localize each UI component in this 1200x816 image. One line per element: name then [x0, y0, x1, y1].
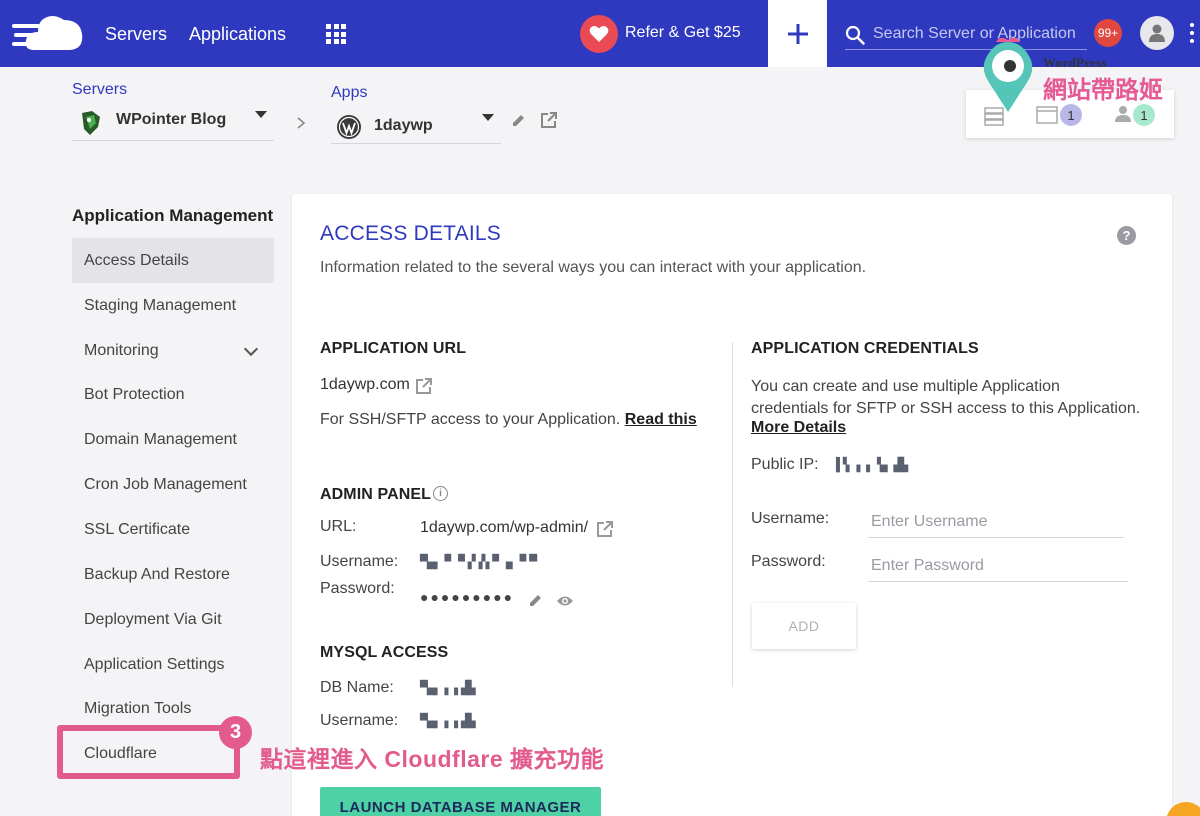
team-count-badge: 1: [1133, 104, 1155, 126]
column-divider: [732, 342, 733, 687]
sidebar-item-backup-and-restore[interactable]: Backup And Restore: [72, 552, 274, 597]
add-new-button[interactable]: [768, 0, 827, 67]
server-avatar-icon: [82, 111, 100, 135]
apps-breadcrumb-label: Apps: [331, 84, 368, 101]
app-dropdown-caret-icon: [482, 114, 494, 121]
application-url-heading: APPLICATION URL: [320, 340, 467, 357]
page-title: ACCESS DETAILS: [320, 222, 501, 245]
more-details-link-wrap: More Details: [751, 419, 846, 437]
page-subtitle: Information related to the several ways …: [320, 259, 867, 276]
db-username-label: Username:: [320, 712, 399, 729]
admin-panel-heading: ADMIN PANEL: [320, 486, 432, 503]
add-credential-button[interactable]: ADD: [752, 603, 856, 649]
credential-password-input[interactable]: [868, 550, 1128, 582]
server-select[interactable]: WPointer Blog: [72, 105, 274, 141]
admin-url-label: URL:: [320, 518, 357, 535]
cloudways-logo[interactable]: [12, 14, 84, 52]
sidebar-item-label: Staging Management: [84, 296, 237, 314]
public-ip-label: Public IP:: [751, 456, 819, 473]
sidebar-item-label: Backup And Restore: [84, 565, 230, 583]
app-select[interactable]: 1daywp: [331, 108, 501, 144]
refer-link[interactable]: Refer & Get $25: [625, 24, 741, 42]
external-link-icon[interactable]: [415, 377, 433, 395]
servers-breadcrumb-label: Servers: [72, 81, 128, 98]
db-name-label: DB Name:: [320, 679, 394, 696]
edit-password-icon[interactable]: [528, 593, 543, 608]
admin-url-link[interactable]: 1daywp.com/wp-admin/: [420, 519, 588, 537]
application-url-link[interactable]: 1daywp.com: [320, 376, 410, 394]
watermark-wordpress-text: WordPress: [1043, 55, 1107, 70]
edit-icon[interactable]: [511, 113, 526, 128]
sidebar-item-label: Application Settings: [84, 655, 225, 673]
info-icon[interactable]: i: [433, 486, 448, 501]
external-link-icon[interactable]: [596, 520, 614, 538]
public-ip-value: ▐▝▖▗ ▖▝▄ ▟▙: [832, 458, 908, 473]
sidebar-item-domain-management[interactable]: Domain Management: [72, 417, 274, 462]
watermark-site-text: 網站帶路姬: [1043, 77, 1163, 104]
plus-icon: [787, 23, 808, 44]
sidebar-item-label: Bot Protection: [84, 385, 185, 403]
wordpress-icon: [337, 115, 361, 139]
sidebar-item-label: Migration Tools: [84, 699, 192, 717]
location-pin-icon: [983, 38, 1033, 112]
server-dropdown-caret-icon: [255, 111, 267, 118]
sidebar-title: Application Management: [72, 206, 274, 225]
sidebar-item-label: Domain Management: [84, 430, 237, 448]
user-icon: [1149, 24, 1165, 42]
sidebar-item-monitoring[interactable]: Monitoring: [72, 328, 274, 373]
sidebar-item-access-details[interactable]: Access Details: [72, 238, 274, 283]
sidebar-item-label: SSL Certificate: [84, 520, 191, 538]
sidebar-item-label: Cron Job Management: [84, 475, 247, 493]
heart-icon[interactable]: [580, 15, 618, 53]
apps-grid-icon[interactable]: [326, 24, 346, 44]
show-password-eye-icon[interactable]: [556, 594, 574, 608]
mysql-access-heading: MYSQL ACCESS: [320, 644, 449, 661]
ssh-info-label: For SSH/SFTP access to your Application.: [320, 411, 621, 428]
more-menu-icon[interactable]: [1190, 23, 1194, 43]
chevron-down-icon[interactable]: [243, 341, 259, 357]
sidebar-item-bot-protection[interactable]: Bot Protection: [72, 372, 274, 417]
search-icon: [845, 25, 865, 45]
step-number-badge: 3: [219, 716, 252, 749]
app-name: 1daywp: [374, 117, 433, 134]
admin-username-value: ▀▄▖▝▘▝▘▞▗▚▝▘▗▖▝▘▀: [420, 555, 537, 570]
credentials-description-line1: You can create and use multiple Applicat…: [751, 378, 1060, 395]
user-avatar[interactable]: [1140, 16, 1174, 50]
apps-count-badge: 1: [1060, 104, 1082, 126]
sidebar-item-label: Access Details: [84, 251, 189, 269]
db-username-value: ▀▄▖▗ ▖▟▙: [420, 714, 476, 729]
more-details-link[interactable]: More Details: [751, 419, 846, 436]
sidebar-item-label: Monitoring: [84, 341, 159, 359]
sidebar-item-deployment-via-git[interactable]: Deployment Via Git: [72, 597, 274, 642]
admin-password-label: Password:: [320, 580, 395, 597]
team-icon[interactable]: [1114, 105, 1132, 123]
sidebar-item-label: Deployment Via Git: [84, 610, 222, 628]
sidebar-item-application-settings[interactable]: Application Settings: [72, 642, 274, 687]
sidebar-item-staging-management[interactable]: Staging Management: [72, 283, 274, 328]
credential-username-label: Username:: [751, 510, 830, 527]
launch-database-manager-button[interactable]: LAUNCH DATABASE MANAGER: [320, 787, 601, 816]
external-link-icon[interactable]: [540, 111, 558, 129]
notifications-badge[interactable]: 99+: [1094, 19, 1122, 47]
admin-username-label: Username:: [320, 553, 399, 570]
credentials-description-line2: credentials for SFTP or SSH access to th…: [751, 400, 1141, 417]
server-name: WPointer Blog: [116, 111, 227, 128]
sidebar-item-cron-job-management[interactable]: Cron Job Management: [72, 462, 274, 507]
annotation-instruction-text: 點這裡進入 Cloudflare 擴充功能: [260, 746, 605, 772]
help-icon[interactable]: ?: [1117, 226, 1136, 245]
admin-password-value: ●●●●●●●●●: [420, 589, 515, 605]
ssh-info-text: For SSH/SFTP access to your Application.…: [320, 411, 697, 429]
nav-applications[interactable]: Applications: [189, 24, 286, 45]
credential-password-label: Password:: [751, 553, 826, 570]
search-underline: [845, 49, 1087, 50]
read-this-link[interactable]: Read this: [625, 411, 697, 428]
credential-username-input[interactable]: [868, 506, 1124, 538]
chevron-right-icon: [297, 117, 306, 129]
nav-servers[interactable]: Servers: [105, 24, 167, 45]
application-credentials-heading: APPLICATION CREDENTIALS: [751, 340, 979, 357]
cloudflare-highlight-frame: [57, 725, 240, 779]
db-name-value: ▀▄▖▗ ▖▟▙: [420, 681, 476, 696]
sidebar-item-ssl-certificate[interactable]: SSL Certificate: [72, 507, 274, 552]
